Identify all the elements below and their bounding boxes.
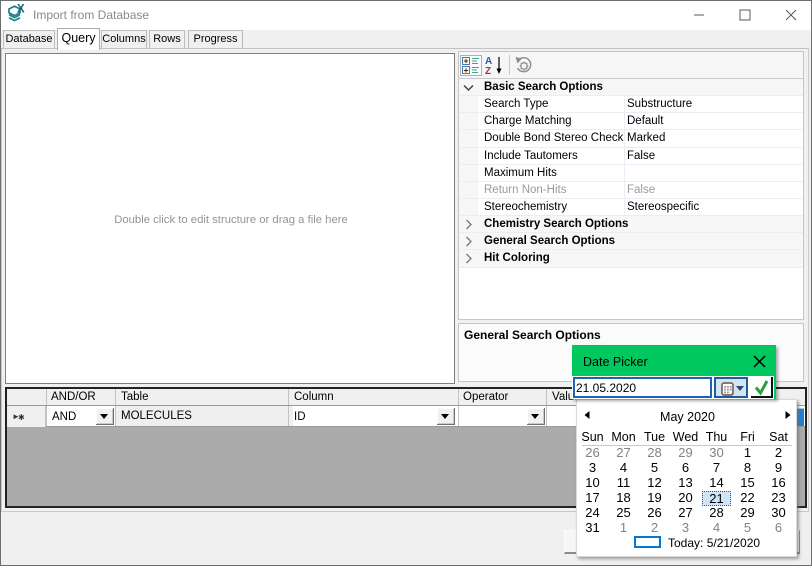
svg-text:Z: Z [485,66,491,76]
svg-text:X: X [17,4,25,16]
